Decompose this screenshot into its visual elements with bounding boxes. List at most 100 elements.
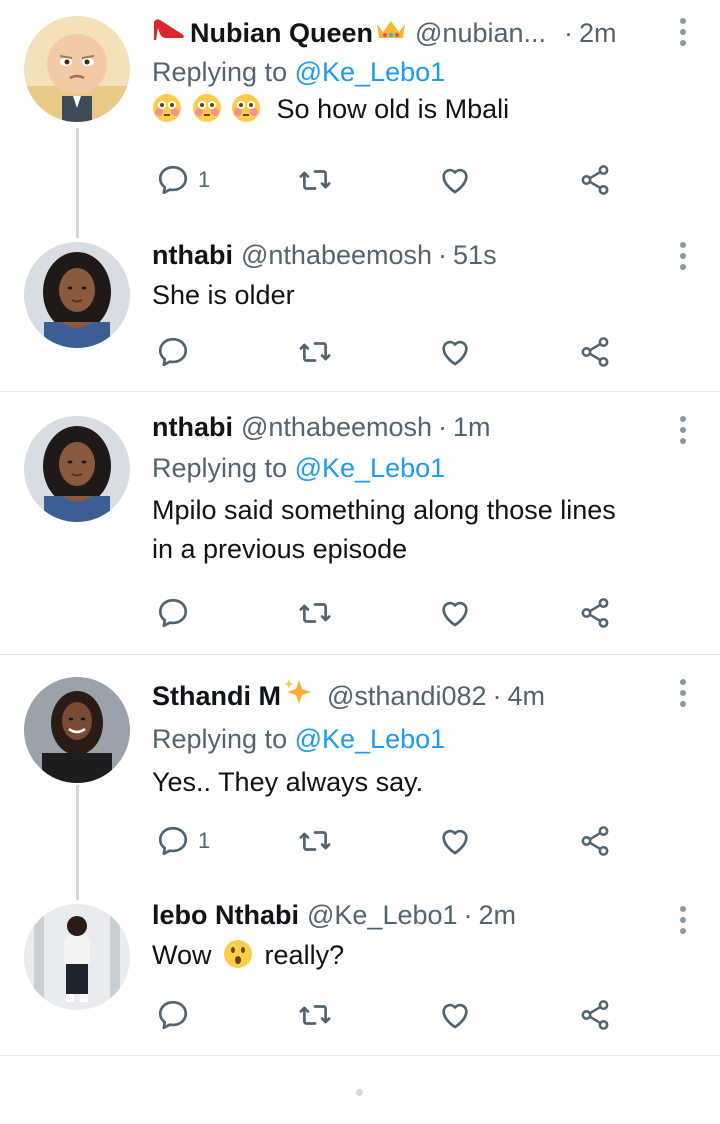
tweet-actions: 1 — [152, 160, 632, 200]
reply-button[interactable]: 1 — [156, 160, 210, 200]
share-icon — [581, 337, 609, 367]
tweet-header: lebo Nthabi @Ke_Lebo1 · 2m — [152, 898, 690, 932]
avatar[interactable] — [24, 677, 130, 783]
more-vertical-icon[interactable] — [676, 906, 690, 934]
woman-curly-hair-avatar-icon — [24, 416, 130, 522]
author-name[interactable]: nthabi — [152, 410, 233, 444]
tweet-actions: 1 — [152, 821, 632, 861]
author-name[interactable]: nthabi — [152, 238, 233, 272]
tweet-1[interactable]: Nubian Queen @nubian... · 2m Replying to… — [0, 0, 720, 238]
tweet-text: Yes.. They always say. — [152, 767, 424, 797]
author-handle[interactable]: @sthandi082 — [327, 679, 487, 713]
separator-dot: · — [492, 681, 502, 711]
reply-count: 1 — [198, 167, 211, 192]
share-button[interactable] — [578, 821, 612, 861]
hushed-face-emoji-icon — [219, 940, 265, 970]
heart-icon — [442, 829, 468, 855]
author-name[interactable]: Sthandi M — [152, 679, 281, 713]
reply-bubble-icon — [158, 337, 188, 367]
like-button[interactable] — [438, 160, 472, 200]
boss-baby-avatar-icon — [24, 16, 130, 122]
share-button[interactable] — [578, 160, 612, 200]
timestamp[interactable]: 1m — [453, 410, 491, 444]
author-handle[interactable]: @nubian... — [415, 16, 546, 50]
more-vertical-icon[interactable] — [676, 416, 690, 444]
like-button[interactable] — [438, 995, 472, 1035]
timestamp[interactable]: 2m — [479, 898, 517, 932]
author-name[interactable]: lebo Nthabi — [152, 898, 299, 932]
retweet-button[interactable] — [298, 821, 332, 861]
tweet-5[interactable]: lebo Nthabi @Ke_Lebo1 · 2m Wow really? — [0, 880, 720, 1055]
replying-to: Replying to @Ke_Lebo1 — [152, 453, 446, 483]
retweet-button[interactable] — [298, 160, 332, 200]
tweet-actions — [152, 593, 632, 633]
tweet-text: She is older — [152, 280, 295, 310]
tweet-3[interactable]: nthabi @nthabeemosh · 1m Replying to @Ke… — [0, 392, 720, 654]
mention-link[interactable]: @Ke_Lebo1 — [295, 453, 446, 483]
tweet-4[interactable]: Sthandi M @sthandi082 · 4m Replying to @… — [0, 655, 720, 900]
mention-link[interactable]: @Ke_Lebo1 — [295, 724, 446, 754]
retweet-icon — [299, 831, 331, 851]
replying-to: Replying to @Ke_Lebo1 — [152, 724, 446, 754]
reply-button[interactable] — [156, 332, 198, 372]
reply-button[interactable] — [156, 593, 198, 633]
author-handle[interactable]: @nthabeemosh — [241, 410, 432, 444]
reply-button[interactable]: 1 — [156, 821, 210, 861]
avatar[interactable] — [24, 416, 130, 522]
retweet-button[interactable] — [298, 332, 332, 372]
author-handle[interactable]: @nthabeemosh — [241, 238, 432, 272]
mention-link[interactable]: @Ke_Lebo1 — [295, 57, 446, 87]
tweet-text: Mpilo said something along those lines i… — [152, 495, 616, 564]
sparkles-emoji-icon — [283, 677, 313, 715]
crown-emoji-icon — [375, 16, 407, 50]
tweet-2[interactable]: nthabi @nthabeemosh · 51s She is older — [0, 230, 720, 390]
share-icon — [581, 826, 609, 856]
timestamp[interactable]: 51s — [453, 238, 497, 272]
retweet-button[interactable] — [298, 995, 332, 1035]
timestamp[interactable]: 2m — [579, 16, 617, 50]
avatar[interactable] — [24, 16, 130, 122]
avatar[interactable] — [24, 242, 130, 348]
separator-dot: · — [438, 240, 448, 270]
more-vertical-icon[interactable] — [676, 18, 690, 46]
heart-icon — [442, 601, 468, 627]
heel-emoji-icon — [152, 16, 186, 50]
share-button[interactable] — [578, 593, 612, 633]
avatar[interactable] — [24, 904, 130, 1010]
separator-dot: · — [463, 900, 473, 930]
tweet-actions — [152, 995, 632, 1035]
retweet-icon — [299, 170, 331, 190]
tweet-text: Wow really? — [152, 940, 345, 970]
woman-mirror-selfie-avatar-icon — [24, 904, 130, 1010]
share-icon — [581, 598, 609, 628]
more-vertical-icon[interactable] — [676, 679, 690, 707]
more-vertical-icon[interactable] — [676, 242, 690, 270]
author-name[interactable]: Nubian Queen — [190, 16, 373, 50]
reply-bubble-icon — [158, 1000, 188, 1030]
share-icon — [581, 1000, 609, 1030]
timestamp[interactable]: 4m — [508, 679, 546, 713]
woman-curly-hair-avatar-icon — [24, 242, 130, 348]
retweet-button[interactable] — [298, 593, 332, 633]
flushed-face-emoji-icon — [231, 94, 271, 124]
thread-line — [76, 128, 79, 238]
share-button[interactable] — [578, 995, 612, 1035]
reply-button[interactable] — [156, 995, 198, 1035]
tweet-header: nthabi @nthabeemosh · 1m — [152, 410, 690, 444]
replying-to: Replying to @Ke_Lebo1 — [152, 57, 446, 87]
flushed-face-emoji-icon — [152, 94, 192, 124]
tweet-header: nthabi @nthabeemosh · 51s — [152, 238, 690, 272]
tweet-text: So how old is Mbali — [152, 90, 690, 129]
like-button[interactable] — [438, 332, 472, 372]
loading-indicator — [356, 1089, 363, 1096]
author-handle[interactable]: @Ke_Lebo1 — [307, 898, 458, 932]
like-button[interactable] — [438, 593, 472, 633]
tweet-header: Nubian Queen @nubian... · 2m — [152, 16, 690, 50]
reply-bubble-icon — [158, 598, 188, 628]
share-button[interactable] — [578, 332, 612, 372]
tweet-actions — [152, 332, 632, 372]
reply-bubble-icon — [158, 165, 188, 195]
share-icon — [581, 165, 609, 195]
heart-icon — [442, 1003, 468, 1029]
like-button[interactable] — [438, 821, 472, 861]
